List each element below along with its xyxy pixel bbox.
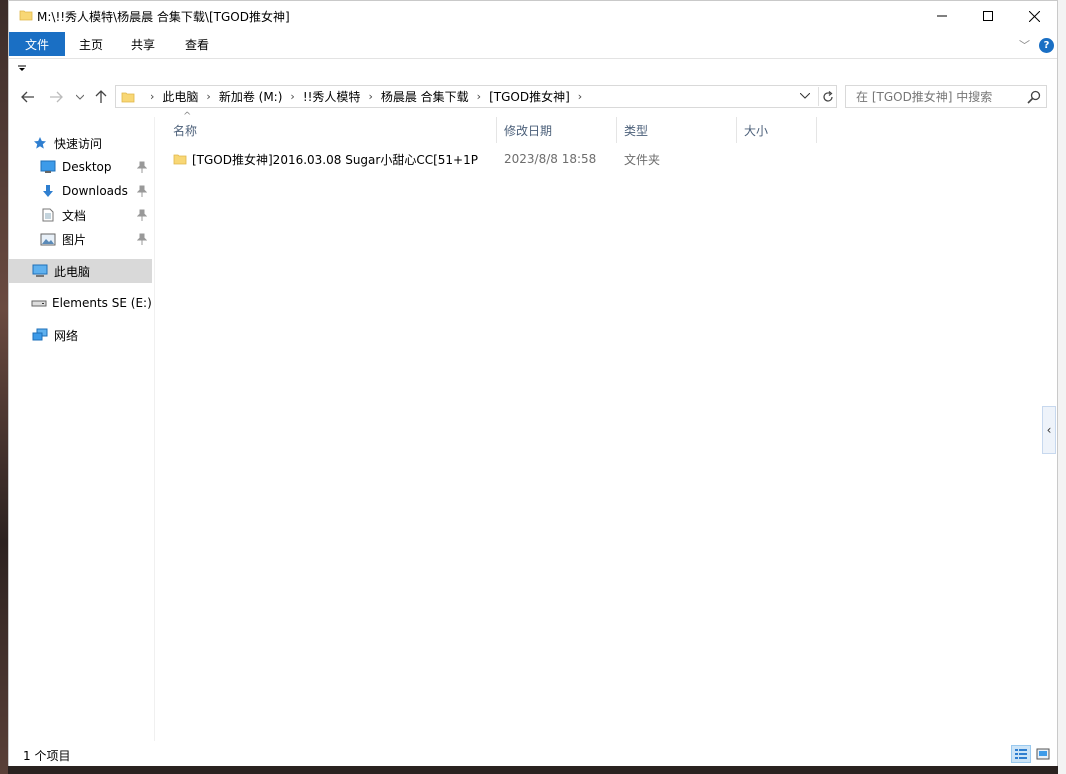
chevron-right-icon[interactable]: › bbox=[206, 90, 210, 103]
nav-label: 文档 bbox=[62, 208, 87, 223]
tab-view[interactable]: 查看 bbox=[175, 32, 219, 56]
forward-button[interactable] bbox=[47, 88, 65, 106]
nav-item-this-pc[interactable]: 此电脑 bbox=[9, 259, 152, 283]
file-name-cell[interactable]: [TGOD推女神]2016.03.08 Sugar小甜心CC[51+1P bbox=[173, 147, 478, 171]
chevron-left-icon[interactable]: ‹ bbox=[1042, 406, 1056, 454]
breadcrumb-this-pc[interactable]: 此电脑 bbox=[162, 88, 198, 105]
nav-label: Desktop bbox=[62, 160, 112, 174]
status-bar: 1 个项目 bbox=[9, 742, 1057, 766]
quick-access-toolbar-dropdown-icon[interactable] bbox=[17, 63, 27, 73]
breadcrumb: › 此电脑 › 新加卷 (M:) › !!秀人模特 › 杨晨晨 合集下载 › [… bbox=[142, 86, 590, 107]
nav-label: 快速访问 bbox=[54, 136, 103, 151]
details-view-button[interactable] bbox=[1011, 745, 1031, 763]
desktop-background-left bbox=[0, 0, 8, 774]
up-arrow-icon bbox=[95, 90, 107, 103]
nav-item-drive-e[interactable]: Elements SE (E:) bbox=[31, 291, 152, 315]
nav-item-documents[interactable]: 文档 bbox=[39, 203, 151, 227]
column-header-date[interactable]: 修改日期 bbox=[496, 117, 616, 143]
explorer-window: M:\!!秀人模特\杨晨晨 合集下载\[TGOD推女神] 文件 主页 共享 查看… bbox=[8, 0, 1058, 766]
pin-icon[interactable] bbox=[136, 161, 149, 173]
nav-label: 图片 bbox=[62, 232, 87, 247]
downloads-icon bbox=[39, 183, 57, 199]
search-input[interactable] bbox=[846, 86, 1022, 107]
tab-home[interactable]: 主页 bbox=[69, 32, 113, 56]
maximize-icon bbox=[983, 11, 993, 21]
folder-icon bbox=[121, 92, 135, 103]
file-name: [TGOD推女神]2016.03.08 Sugar小甜心CC[51+1P bbox=[192, 152, 478, 167]
tab-file[interactable]: 文件 bbox=[9, 32, 65, 56]
chevron-right-icon[interactable]: › bbox=[368, 90, 372, 103]
nav-item-desktop[interactable]: Desktop bbox=[39, 155, 151, 179]
nav-item-network[interactable]: 网络 bbox=[31, 323, 151, 347]
pin-icon[interactable] bbox=[136, 209, 149, 221]
details-view-icon bbox=[1015, 749, 1027, 759]
title-bar: M:\!!秀人模特\杨晨晨 合集下载\[TGOD推女神] bbox=[9, 1, 1057, 31]
nav-label: 此电脑 bbox=[54, 264, 91, 279]
background-window-edge bbox=[1058, 0, 1066, 774]
column-separator[interactable] bbox=[816, 117, 817, 143]
nav-item-downloads[interactable]: Downloads bbox=[39, 179, 151, 203]
forward-arrow-icon bbox=[50, 91, 63, 103]
recent-locations-button[interactable] bbox=[71, 88, 89, 106]
file-type: 文件夹 bbox=[624, 152, 661, 167]
chevron-right-icon[interactable]: › bbox=[578, 90, 582, 103]
nav-label: 网络 bbox=[54, 328, 79, 343]
nav-label: Downloads bbox=[62, 184, 128, 198]
search-icon[interactable] bbox=[1026, 89, 1042, 105]
breadcrumb-drive-m[interactable]: 新加卷 (M:) bbox=[219, 88, 283, 105]
back-button[interactable] bbox=[19, 88, 37, 106]
computer-icon bbox=[31, 263, 49, 279]
pin-icon[interactable] bbox=[136, 185, 149, 197]
folder-icon bbox=[19, 10, 33, 21]
chevron-right-icon[interactable]: › bbox=[150, 90, 154, 103]
column-headers: 名称 修改日期 类型 大小 bbox=[155, 117, 1055, 143]
column-header-size[interactable]: 大小 bbox=[736, 117, 816, 143]
table-row[interactable]: [TGOD推女神]2016.03.08 Sugar小甜心CC[51+1P 202… bbox=[163, 147, 823, 171]
ribbon-divider bbox=[9, 58, 1057, 59]
tab-share[interactable]: 共享 bbox=[121, 32, 165, 56]
desktop-icon bbox=[39, 159, 57, 175]
nav-quick-access[interactable]: 快速访问 bbox=[31, 131, 151, 155]
network-icon bbox=[31, 327, 49, 343]
close-icon bbox=[1028, 10, 1040, 22]
large-icons-view-button[interactable] bbox=[1033, 745, 1053, 763]
maximize-button[interactable] bbox=[965, 1, 1011, 31]
large-icons-view-icon bbox=[1036, 748, 1050, 760]
nav-label: Elements SE (E:) bbox=[52, 296, 152, 310]
column-header-type[interactable]: 类型 bbox=[616, 117, 736, 143]
search-box[interactable] bbox=[845, 85, 1047, 108]
chevron-down-icon bbox=[76, 94, 84, 100]
drive-icon bbox=[31, 295, 47, 311]
refresh-icon bbox=[822, 90, 833, 102]
folder-icon bbox=[173, 154, 187, 165]
navigation-pane: 快速访问 Desktop Downloads 文档 图片 此电脑 Element… bbox=[9, 119, 155, 739]
refresh-button[interactable] bbox=[818, 87, 836, 106]
column-header-name[interactable]: 名称 bbox=[165, 117, 495, 143]
breadcrumb-current[interactable]: [TGOD推女神] bbox=[489, 88, 570, 105]
file-date: 2023/8/8 18:58 bbox=[504, 152, 597, 166]
window-title: M:\!!秀人模特\杨晨晨 合集下载\[TGOD推女神] bbox=[37, 10, 290, 24]
close-button[interactable] bbox=[1011, 1, 1057, 31]
pane-divider[interactable] bbox=[154, 117, 155, 741]
nav-item-pictures[interactable]: 图片 bbox=[39, 227, 151, 251]
up-button[interactable] bbox=[92, 88, 110, 106]
pin-icon[interactable] bbox=[136, 233, 149, 245]
documents-icon bbox=[39, 207, 57, 223]
address-bar[interactable]: › 此电脑 › 新加卷 (M:) › !!秀人模特 › 杨晨晨 合集下载 › [… bbox=[115, 85, 837, 108]
back-arrow-icon bbox=[21, 91, 34, 103]
address-dropdown-chevron-icon[interactable] bbox=[799, 89, 811, 102]
ribbon-tabs: 文件 主页 共享 查看 bbox=[9, 31, 1057, 57]
chevron-right-icon[interactable]: › bbox=[477, 90, 481, 103]
minimize-icon bbox=[937, 15, 947, 17]
breadcrumb-models[interactable]: !!秀人模特 bbox=[303, 88, 361, 105]
chevron-right-icon[interactable]: › bbox=[290, 90, 294, 103]
help-icon[interactable]: ? bbox=[1039, 38, 1054, 53]
item-count: 1 个项目 bbox=[23, 749, 71, 763]
pictures-icon bbox=[39, 231, 57, 247]
minimize-button[interactable] bbox=[919, 1, 965, 31]
breadcrumb-collection[interactable]: 杨晨晨 合集下载 bbox=[381, 88, 469, 105]
expand-ribbon-chevron-icon[interactable]: ﹀ bbox=[1019, 37, 1030, 53]
star-icon bbox=[31, 135, 49, 151]
